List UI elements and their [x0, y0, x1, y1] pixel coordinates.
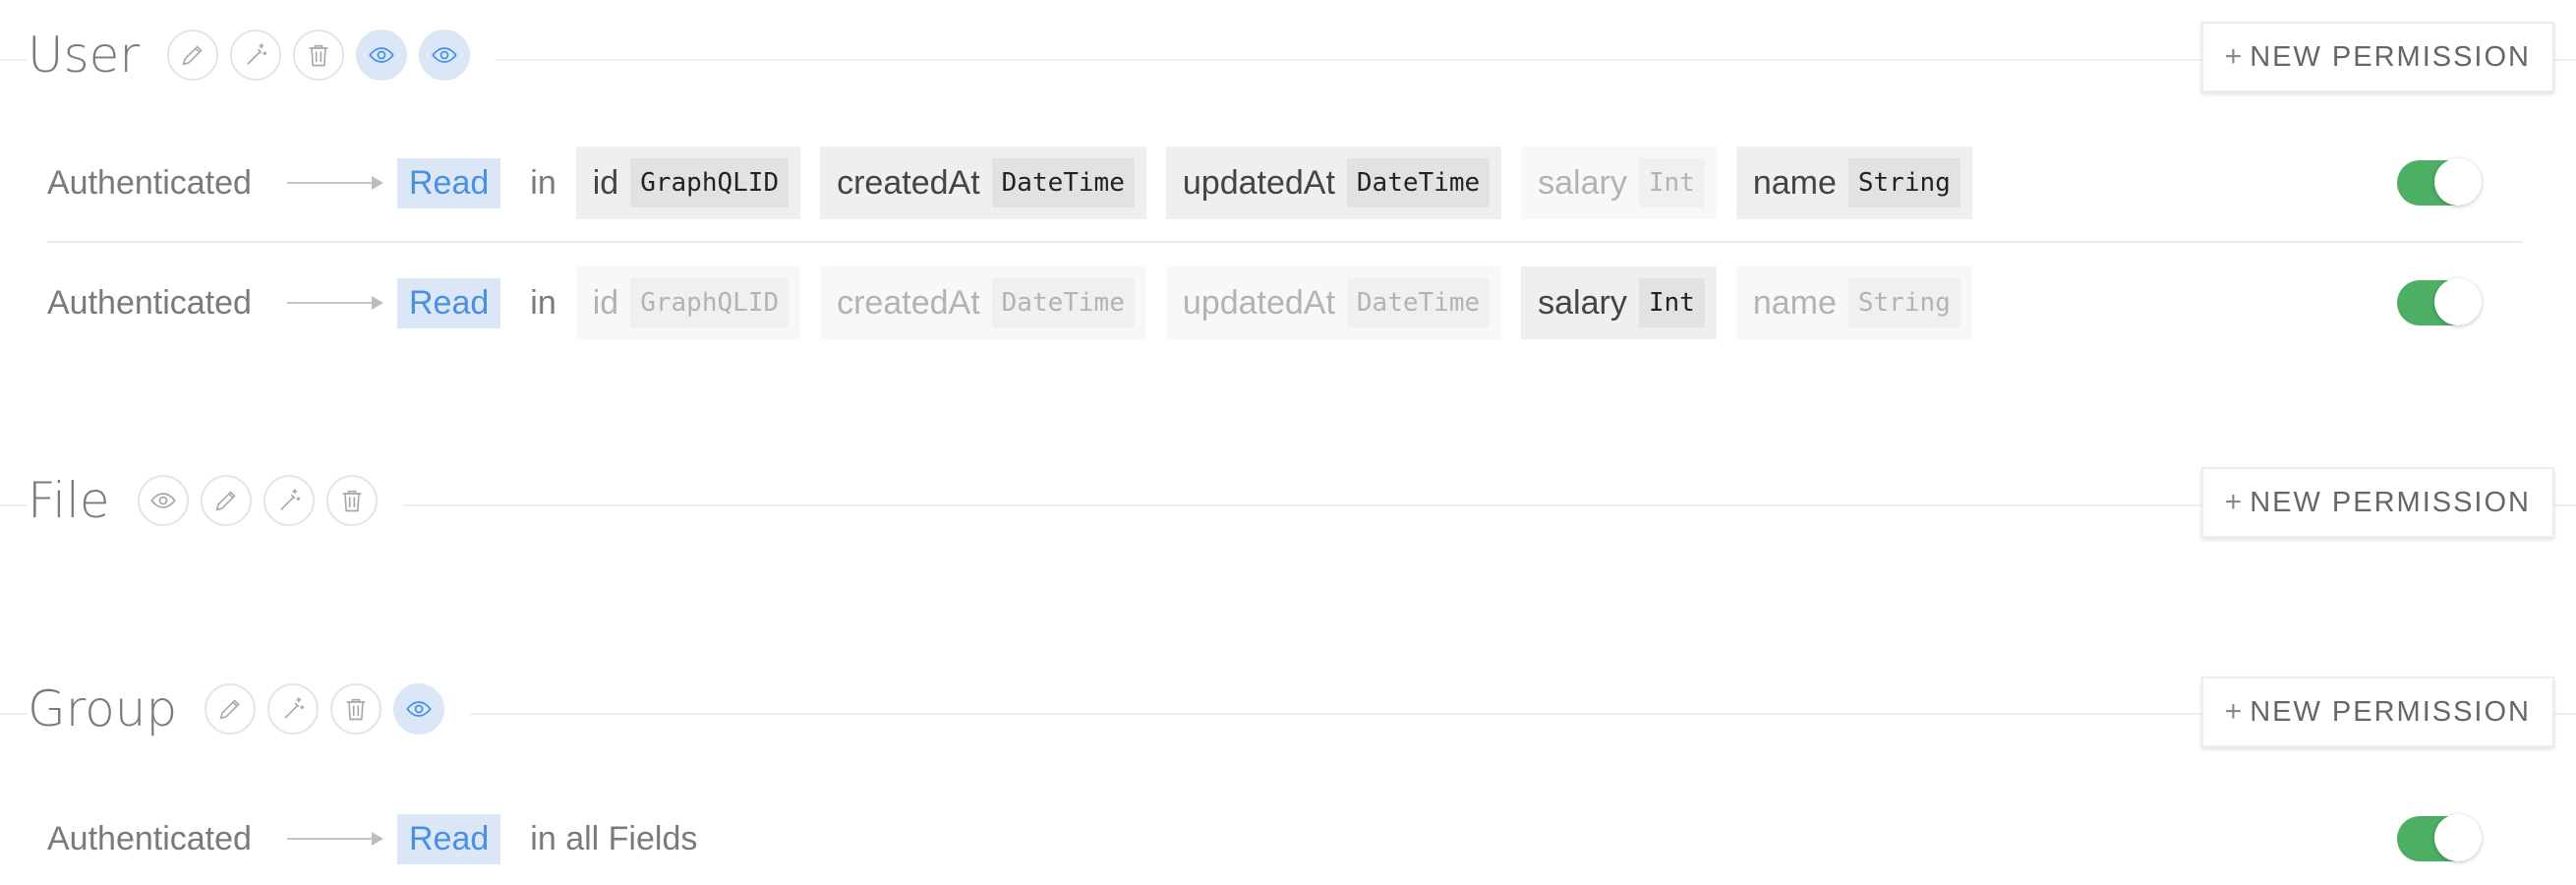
magic-wand-icon[interactable]: [229, 30, 281, 81]
section-title: User: [28, 27, 140, 84]
field-chip-id: id GraphQLID: [575, 266, 801, 339]
permission-row[interactable]: Authenticated Read in all Fields: [47, 799, 2527, 878]
new-permission-label: NEW PERMISSION: [2250, 486, 2531, 518]
new-permission-label: NEW PERMISSION: [2250, 695, 2531, 728]
field-chip-updatedAt: updatedAt DateTime: [1165, 266, 1502, 339]
permission-toggle[interactable]: [2397, 814, 2482, 861]
new-permission-button[interactable]: + NEW PERMISSION: [2200, 22, 2554, 92]
eye-icon[interactable]: [137, 475, 189, 526]
permission-toggle[interactable]: [2397, 278, 2482, 325]
edit-icon[interactable]: [200, 475, 252, 526]
arrow-icon: [287, 829, 383, 849]
plus-icon: +: [2224, 486, 2245, 518]
eye-icon[interactable]: [355, 30, 407, 81]
permission-role: Authenticated: [47, 283, 252, 322]
trash-icon[interactable]: [292, 30, 344, 81]
fields-scope: in all Fields: [530, 819, 698, 857]
section-header: Group: [28, 680, 471, 738]
permission-toggle[interactable]: [2397, 158, 2482, 206]
arrow-icon: [287, 293, 383, 313]
trash-icon[interactable]: [325, 475, 378, 526]
section-header: User: [28, 30, 496, 81]
permission-row[interactable]: Authenticated Read in id GraphQLID create…: [47, 264, 2527, 342]
edit-icon[interactable]: [205, 683, 257, 735]
new-permission-label: NEW PERMISSION: [2250, 40, 2531, 73]
plus-icon: +: [2224, 695, 2245, 728]
field-chip-createdAt: createdAt DateTime: [820, 266, 1146, 339]
section-header: File: [28, 475, 403, 526]
arrow-icon: [287, 173, 383, 193]
field-chip-name: name String: [1735, 266, 1972, 339]
new-permission-button[interactable]: + NEW PERMISSION: [2200, 677, 2554, 747]
magic-wand-icon[interactable]: [267, 683, 320, 735]
permission-row[interactable]: Authenticated Read in id GraphQLID create…: [47, 144, 2527, 222]
permission-operation: Read: [397, 277, 501, 328]
field-chip-name: name String: [1735, 147, 1972, 219]
section-title: Group: [28, 680, 178, 738]
permission-role: Authenticated: [47, 819, 252, 857]
field-chip-salary: salary Int: [1521, 147, 1717, 219]
new-permission-button[interactable]: + NEW PERMISSION: [2200, 467, 2554, 538]
eye-icon[interactable]: [418, 30, 470, 81]
section-title: File: [28, 472, 110, 529]
row-divider: [47, 241, 2523, 243]
edit-icon[interactable]: [166, 30, 218, 81]
field-chip-id: id GraphQLID: [575, 147, 801, 219]
in-label: in: [530, 163, 556, 202]
plus-icon: +: [2224, 40, 2245, 73]
trash-icon[interactable]: [330, 683, 382, 735]
permission-operation: Read: [397, 813, 501, 864]
eye-icon[interactable]: [393, 683, 445, 735]
permission-operation: Read: [397, 157, 501, 208]
magic-wand-icon[interactable]: [263, 475, 315, 526]
field-chip-updatedAt: updatedAt DateTime: [1165, 147, 1502, 219]
permission-role: Authenticated: [47, 163, 252, 202]
field-chip-salary: salary Int: [1521, 266, 1717, 339]
in-label: in: [530, 283, 556, 322]
field-chip-createdAt: createdAt DateTime: [820, 147, 1146, 219]
